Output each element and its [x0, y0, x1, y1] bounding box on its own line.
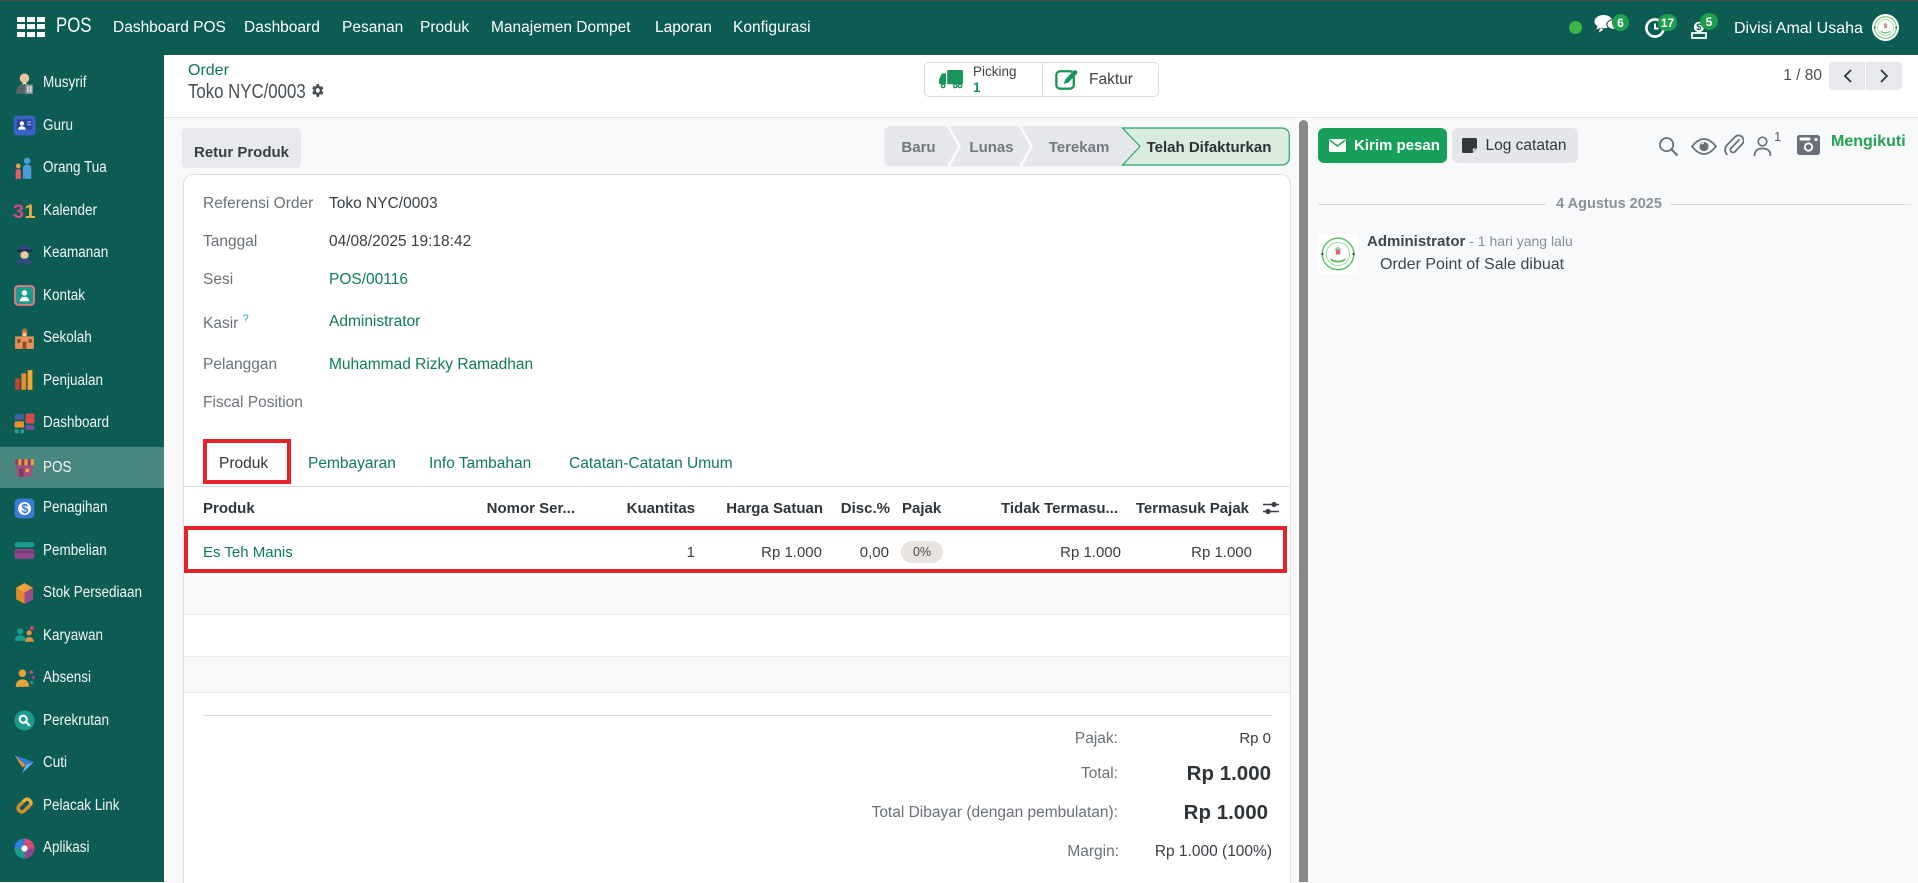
svg-text:Telah Difakturkan: Telah Difakturkan [1147, 139, 1272, 156]
svg-text:Lunas: Lunas [969, 139, 1013, 156]
svg-text:3: 3 [13, 201, 24, 223]
svg-text:$: $ [21, 502, 28, 516]
svg-text:1: 1 [25, 201, 36, 223]
svg-text:Baru: Baru [901, 139, 935, 156]
svg-text:Terekam: Terekam [1049, 139, 1110, 156]
